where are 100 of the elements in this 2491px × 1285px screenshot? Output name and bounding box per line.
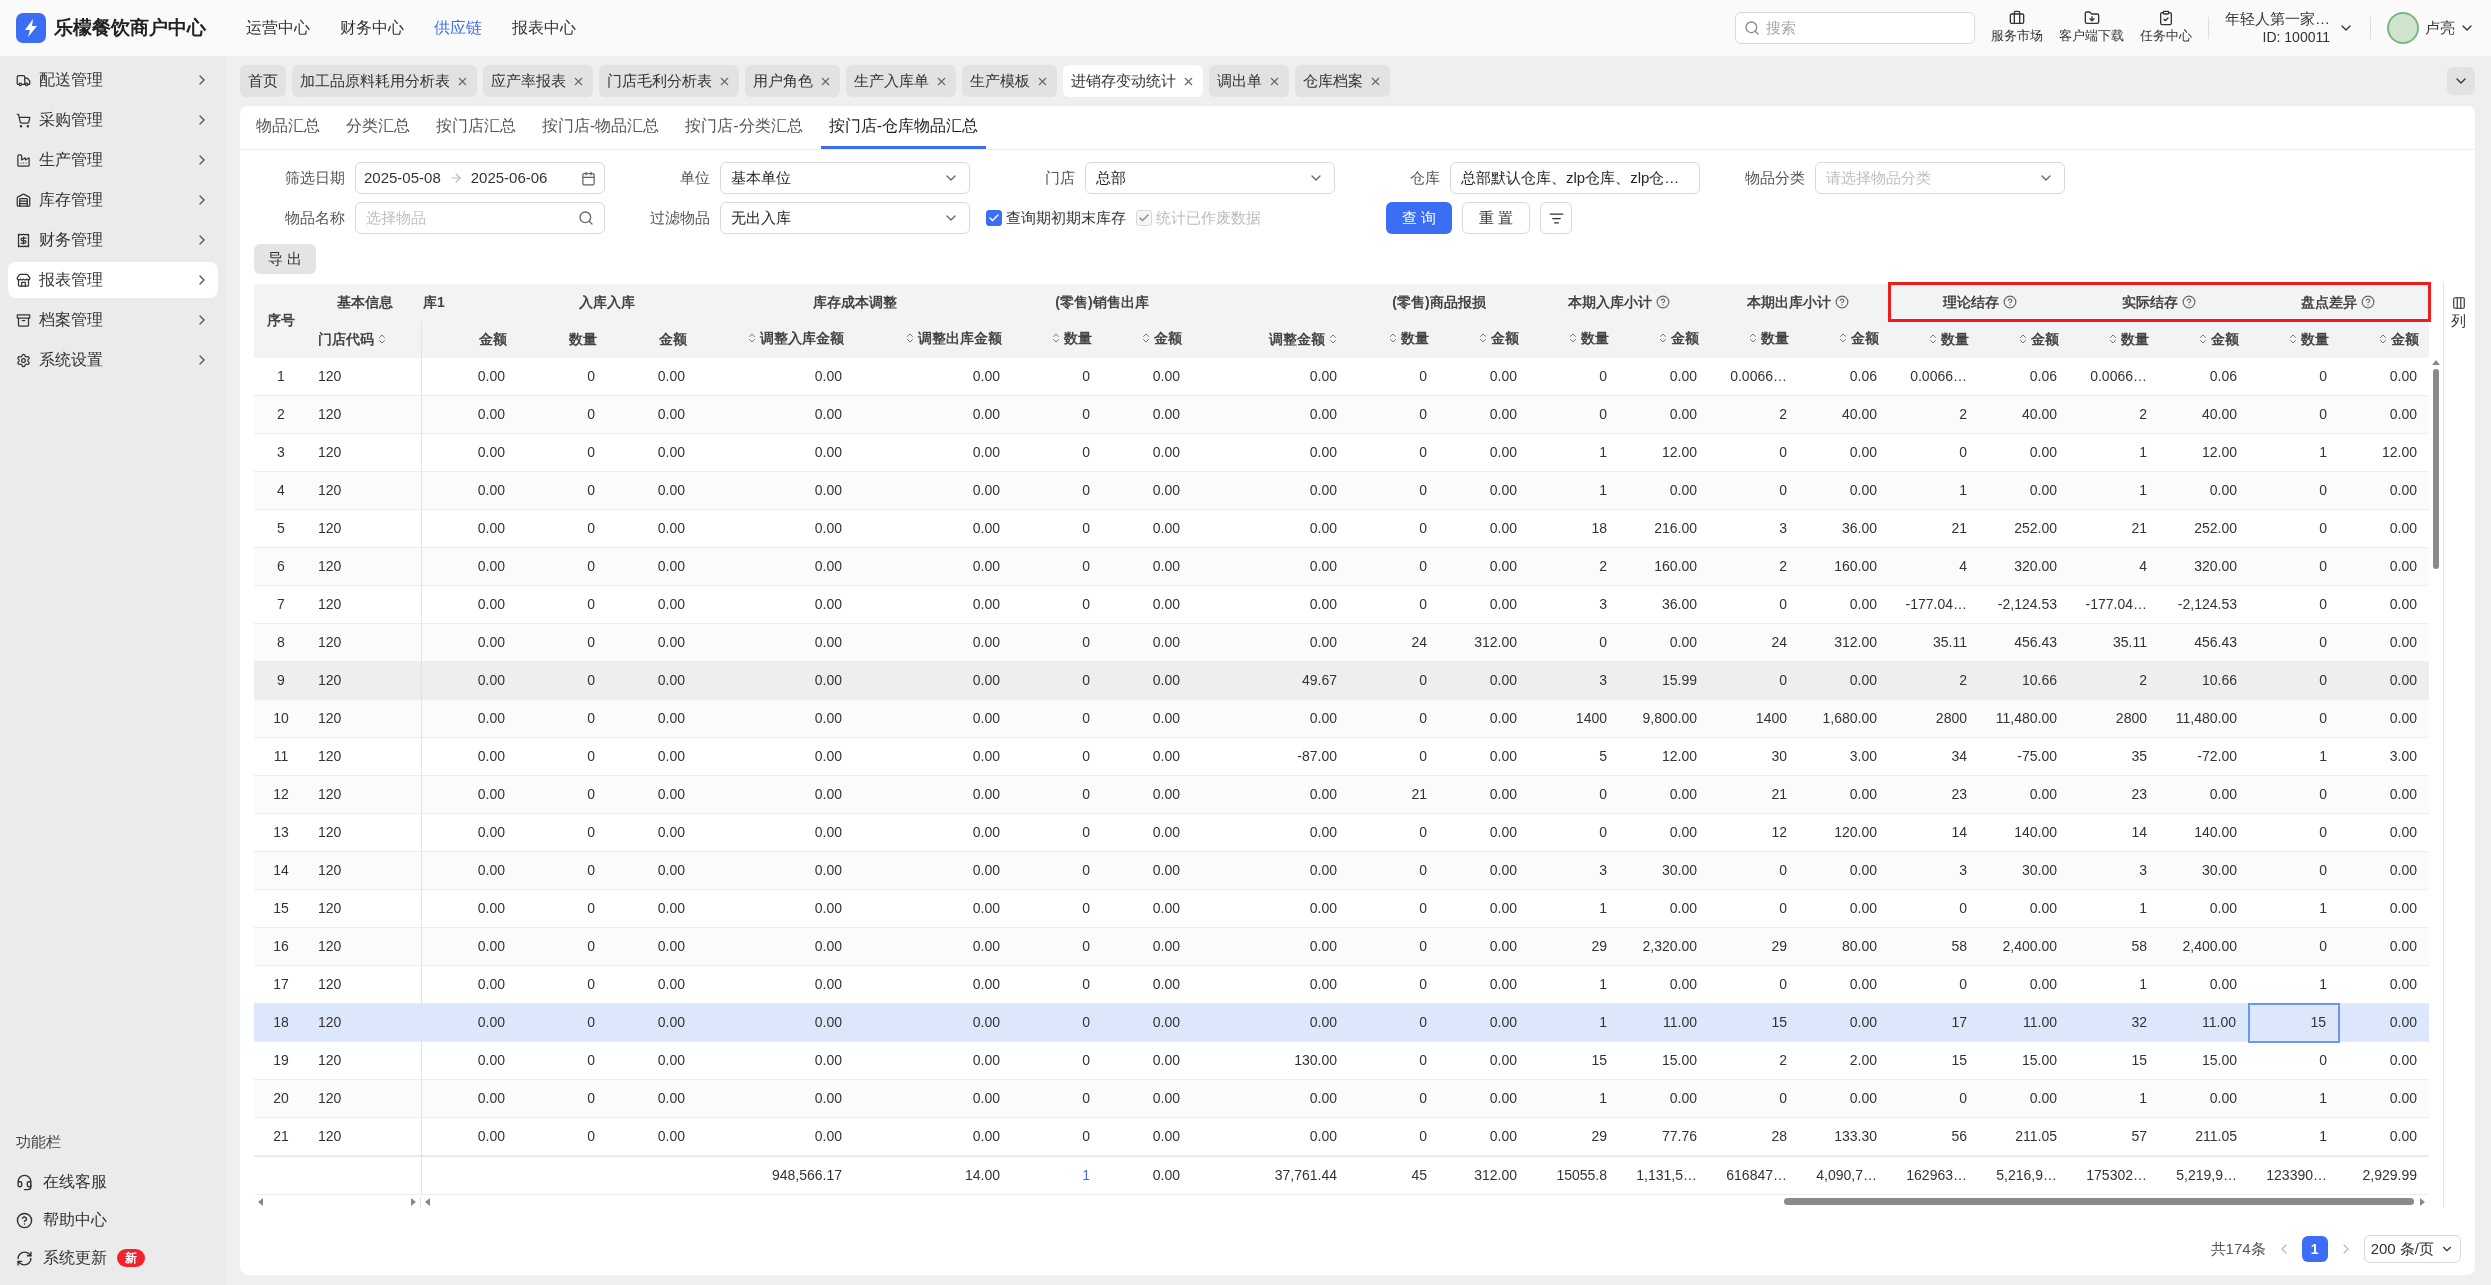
select-field[interactable]: 总部 [1085, 162, 1335, 194]
column-header[interactable]: 金额 [2159, 320, 2250, 358]
page-tab[interactable]: 生产模板 [962, 65, 1057, 97]
report-tab[interactable]: 按门店-物品汇总 [534, 105, 668, 149]
column-settings-button[interactable]: 列 [2451, 296, 2466, 333]
table-cell[interactable]: 20 [254, 1079, 308, 1118]
column-header[interactable]: 金额 [2339, 320, 2430, 358]
sidebar-item[interactable]: 生产管理 [8, 142, 218, 178]
export-button[interactable]: 导 出 [254, 244, 317, 274]
table-cell[interactable]: 6 [254, 547, 308, 586]
table-cell[interactable]: 10 [254, 699, 308, 738]
table-cell: 0.00 [1439, 965, 1529, 1004]
page-tab[interactable]: 调出单 [1209, 65, 1289, 97]
select-field[interactable]: 基本单位 [720, 162, 970, 194]
column-header[interactable]: 数量 [1889, 320, 1980, 358]
sidebar-item[interactable]: 报表管理 [8, 262, 218, 298]
column-header[interactable]: 数量 [2069, 320, 2160, 358]
table-cell[interactable]: 15 [254, 889, 308, 928]
report-tab[interactable]: 按门店-分类汇总 [677, 105, 811, 149]
page-tab[interactable]: 用户角色 [745, 65, 840, 97]
sidebar-item[interactable]: 采购管理 [8, 102, 218, 138]
table-cell: 2800 [1889, 699, 1979, 738]
report-tab[interactable]: 按门店汇总 [428, 105, 524, 149]
sidebar-link[interactable]: 在线客服 [8, 1163, 218, 1201]
nav-link[interactable]: 报表中心 [512, 16, 576, 40]
table-cell[interactable]: 3 [254, 433, 308, 472]
page-size-select[interactable]: 200 条/页 [2363, 1235, 2461, 1263]
field-label: 物品名称 [284, 207, 346, 228]
table-cell[interactable]: 2 [254, 395, 308, 434]
sidebar-item[interactable]: 档案管理 [8, 302, 218, 338]
table-cell[interactable]: 14 [254, 851, 308, 890]
column-header[interactable]: 数量 [1529, 320, 1620, 358]
shortcut-button[interactable]: 服务市场 [1991, 10, 2043, 46]
column-header[interactable]: 金额 [1619, 320, 1710, 358]
table-cell[interactable]: 19 [254, 1041, 308, 1080]
page-tab[interactable]: 加工品原料耗用分析表 [292, 65, 477, 97]
table-cell: 120 [308, 851, 421, 890]
column-header[interactable]: 数量 [1349, 320, 1439, 358]
table-cell: 0.00 [1192, 1117, 1349, 1156]
table-cell: 0.00 [1192, 395, 1349, 434]
sidebar-item[interactable]: 财务管理 [8, 222, 218, 258]
table-cell: 30.00 [2159, 851, 2249, 890]
input-field[interactable]: 总部默认仓库、zlp仓库、zlp仓… [1450, 162, 1700, 194]
shortcut-button[interactable]: 任务中心 [2140, 10, 2192, 46]
column-header[interactable]: 数量 [2249, 320, 2340, 358]
column-header[interactable]: 数量 [1012, 320, 1102, 358]
column-header[interactable]: 调整出库金额 [854, 320, 1012, 358]
table-cell[interactable]: 13 [254, 813, 308, 852]
column-header[interactable]: 金额 [1102, 320, 1192, 358]
user-menu[interactable]: 卢亮 [2425, 16, 2475, 40]
table-cell[interactable]: 18 [254, 1003, 308, 1042]
reset-button[interactable]: 重 置 [1462, 202, 1531, 234]
nav-link[interactable]: 财务中心 [340, 16, 404, 40]
nav-link[interactable]: 运营中心 [246, 16, 310, 40]
table-cell[interactable]: 8 [254, 623, 308, 662]
select-field[interactable]: 无出入库 [720, 202, 970, 234]
table-cell: 56 [1889, 1117, 1979, 1156]
table-cell: 1 [1529, 1003, 1619, 1042]
query-button[interactable]: 查 询 [1386, 202, 1453, 234]
filter-settings-button[interactable] [1540, 202, 1573, 234]
column-header[interactable]: 金额 [1799, 320, 1890, 358]
column-header: 库存成本调整 [697, 283, 1012, 321]
table-cell[interactable]: 17 [254, 965, 308, 1004]
table-cell[interactable]: 9 [254, 661, 308, 700]
column-header[interactable]: 调整入库金额 [697, 320, 854, 358]
table-cell[interactable]: 16 [254, 927, 308, 966]
table-cell[interactable]: 12 [254, 775, 308, 814]
sidebar-item[interactable]: 库存管理 [8, 182, 218, 218]
date-range-field[interactable]: 2025-05-08 2025-06-06 [355, 162, 605, 194]
table-cell: 0.00 [421, 851, 517, 890]
tabs-menu-button[interactable] [2447, 67, 2475, 95]
checkbox[interactable] [986, 210, 1002, 226]
column-header[interactable]: 数量 [1709, 320, 1800, 358]
page-button[interactable]: 1 [2301, 1236, 2328, 1262]
column-header[interactable]: 调整金额 [1192, 320, 1349, 358]
column-header[interactable]: 金额 [1979, 320, 2070, 358]
page-tab[interactable]: 首页 [240, 65, 286, 97]
page-tab[interactable]: 生产入库单 [846, 65, 956, 97]
sidebar-item[interactable]: 配送管理 [8, 62, 218, 98]
table-cell[interactable]: 4 [254, 471, 308, 510]
page-tab[interactable]: 进销存变动统计 [1063, 65, 1203, 97]
report-tab[interactable]: 按门店-仓库物品汇总 [820, 105, 986, 149]
report-tab[interactable]: 分类汇总 [338, 105, 418, 149]
column-header[interactable]: 金额 [1439, 320, 1530, 358]
table-cell[interactable]: 7 [254, 585, 308, 624]
table-cell[interactable]: 11 [254, 737, 308, 776]
page-tab[interactable]: 门店毛利分析表 [599, 65, 739, 97]
page-tab[interactable]: 仓库档案 [1295, 65, 1390, 97]
nav-link[interactable]: 供应链 [434, 16, 482, 40]
column-header[interactable]: 门店代码 [308, 320, 421, 358]
sidebar-item[interactable]: 系统设置 [8, 342, 218, 378]
shortcut-button[interactable]: 客户端下载 [2059, 10, 2124, 46]
table-cell[interactable]: 5 [254, 509, 308, 548]
sidebar-link[interactable]: 帮助中心 [8, 1201, 218, 1239]
account-switcher[interactable]: 年轻人第一家… ID: 100011 [2225, 9, 2354, 47]
table-cell[interactable]: 21 [254, 1117, 308, 1156]
page-tab[interactable]: 应产率报表 [483, 65, 593, 97]
report-tab[interactable]: 物品汇总 [248, 105, 328, 149]
sidebar-link[interactable]: 系统更新 新 [8, 1239, 218, 1277]
total-link[interactable]: 1 [1012, 1156, 1102, 1194]
